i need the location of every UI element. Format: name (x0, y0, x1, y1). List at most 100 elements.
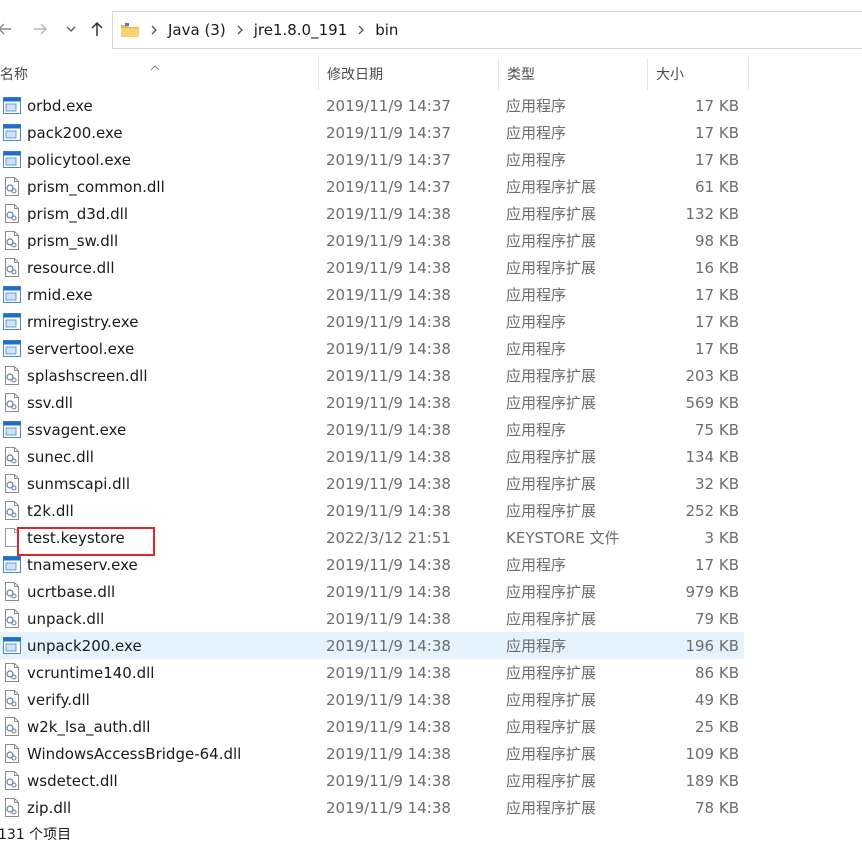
file-row[interactable]: ucrtbase.dll 2019/11/9 14:38 应用程序扩展 979 KB (0, 578, 744, 605)
file-row[interactable]: ssv.dll 2019/11/9 14:38 应用程序扩展 569 KB (0, 389, 744, 416)
file-type: 应用程序扩展 (506, 367, 597, 385)
file-type: 应用程序 (506, 124, 567, 142)
file-date: 2019/11/9 14:37 (326, 123, 451, 142)
breadcrumb-jre[interactable]: jre1.8.0_191 (254, 21, 348, 39)
column-header-date[interactable]: 修改日期 (319, 58, 498, 90)
file-type: 应用程序扩展 (506, 178, 597, 196)
file-name: rmid.exe (27, 285, 93, 304)
file-row[interactable]: wsdetect.dll 2019/11/9 14:38 应用程序扩展 189 KB (0, 767, 744, 794)
dll-icon (3, 231, 21, 250)
file-date: 2019/11/9 14:38 (326, 312, 451, 331)
exe-icon (3, 312, 21, 331)
dll-icon (3, 204, 21, 223)
file-date: 2019/11/9 14:38 (326, 366, 451, 385)
dll-icon (3, 447, 21, 466)
breadcrumb-chevron-icon[interactable] (150, 25, 158, 35)
forward-button[interactable] (27, 16, 53, 42)
file-size: 16 KB (695, 258, 739, 277)
file-date: 2019/11/9 14:38 (326, 663, 451, 682)
dll-icon (3, 771, 21, 790)
dll-icon (3, 717, 21, 736)
file-row[interactable]: orbd.exe 2019/11/9 14:37 应用程序 17 KB (0, 92, 744, 119)
exe-icon (3, 285, 21, 304)
file-date: 2022/3/12 21:51 (326, 528, 451, 547)
file-type: 应用程序扩展 (506, 664, 597, 682)
status-item-count: 131 个项目 (0, 827, 72, 843)
file-row[interactable]: WindowsAccessBridge-64.dll 2019/11/9 14:3… (0, 740, 744, 767)
dll-icon (3, 798, 21, 817)
file-size: 98 KB (695, 231, 739, 250)
file-size: 17 KB (695, 150, 739, 169)
column-header-size[interactable]: 大小 (648, 58, 748, 90)
exe-icon (3, 636, 21, 655)
file-date: 2019/11/9 14:38 (326, 339, 451, 358)
file-size: 86 KB (695, 663, 739, 682)
file-row[interactable]: pack200.exe 2019/11/9 14:37 应用程序 17 KB (0, 119, 744, 146)
file-date: 2019/11/9 14:37 (326, 96, 451, 115)
file-type: 应用程序扩展 (506, 205, 597, 223)
file-type: 应用程序 (506, 340, 567, 358)
column-header-type[interactable]: 类型 (499, 58, 647, 90)
file-type: 应用程序 (506, 313, 567, 331)
file-row[interactable]: sunmscapi.dll 2019/11/9 14:38 应用程序扩展 32 KB (0, 470, 744, 497)
file-name: ssvagent.exe (27, 420, 127, 439)
navigation-bar: Java (3) jre1.8.0_191 bin (0, 0, 862, 60)
file-row[interactable]: prism_d3d.dll 2019/11/9 14:38 应用程序扩展 132 KB (0, 200, 744, 227)
file-row[interactable]: servertool.exe 2019/11/9 14:38 应用程序 17 KB (0, 335, 744, 362)
up-button[interactable] (84, 16, 110, 42)
file-row[interactable]: unpack.dll 2019/11/9 14:38 应用程序扩展 79 KB (0, 605, 744, 632)
file-date: 2019/11/9 14:38 (326, 690, 451, 709)
file-row[interactable]: zip.dll 2019/11/9 14:38 应用程序扩展 78 KB (0, 794, 744, 821)
file-row[interactable]: verify.dll 2019/11/9 14:38 应用程序扩展 49 KB (0, 686, 744, 713)
file-name: pack200.exe (27, 123, 123, 142)
file-name: orbd.exe (27, 96, 93, 115)
file-type: 应用程序扩展 (506, 799, 597, 817)
file-row[interactable]: ssvagent.exe 2019/11/9 14:38 应用程序 75 KB (0, 416, 744, 443)
breadcrumb-chevron-icon[interactable] (236, 25, 244, 35)
file-row[interactable]: vcruntime140.dll 2019/11/9 14:38 应用程序扩展 86 … (0, 659, 744, 686)
file-name: ucrtbase.dll (27, 582, 116, 601)
breadcrumb-java[interactable]: Java (3) (168, 21, 226, 39)
arrow-left-icon (0, 23, 11, 35)
exe-icon (3, 420, 21, 439)
file-row[interactable]: rmid.exe 2019/11/9 14:38 应用程序 17 KB (0, 281, 744, 308)
file-row[interactable]: rmiregistry.exe 2019/11/9 14:38 应用程序 17 KB (0, 308, 744, 335)
file-date: 2019/11/9 14:38 (326, 636, 451, 655)
file-row[interactable]: splashscreen.dll 2019/11/9 14:38 应用程序扩展 203… (0, 362, 744, 389)
back-button[interactable] (0, 16, 18, 42)
breadcrumb-chevron-icon[interactable] (357, 25, 365, 35)
file-row[interactable]: unpack200.exe 2019/11/9 14:38 应用程序 196 KB (0, 632, 744, 659)
file-type: 应用程序扩展 (506, 718, 597, 736)
file-size: 252 KB (685, 501, 739, 520)
file-row[interactable]: w2k_lsa_auth.dll 2019/11/9 14:38 应用程序扩展 25 … (0, 713, 744, 740)
file-row[interactable]: resource.dll 2019/11/9 14:38 应用程序扩展 16 KB (0, 254, 744, 281)
file-size: 17 KB (695, 96, 739, 115)
file-size: 203 KB (685, 366, 739, 385)
file-name: vcruntime140.dll (27, 663, 155, 682)
breadcrumb-bin[interactable]: bin (375, 21, 398, 39)
file-size: 132 KB (685, 204, 739, 223)
file-size: 78 KB (695, 798, 739, 817)
file-date: 2019/11/9 14:37 (326, 177, 451, 196)
file-row[interactable]: t2k.dll 2019/11/9 14:38 应用程序扩展 252 KB (0, 497, 744, 524)
file-row[interactable]: prism_sw.dll 2019/11/9 14:38 应用程序扩展 98 KB (0, 227, 744, 254)
file-date: 2019/11/9 14:38 (326, 447, 451, 466)
column-header-name[interactable]: 名称 (0, 58, 319, 90)
recent-locations-button[interactable] (58, 16, 84, 42)
dll-icon (3, 474, 21, 493)
file-row[interactable]: sunec.dll 2019/11/9 14:38 应用程序扩展 134 KB (0, 443, 744, 470)
file-row[interactable]: prism_common.dll 2019/11/9 14:37 应用程序扩展 61 … (0, 173, 744, 200)
file-type: 应用程序扩展 (506, 610, 597, 628)
file-size: 25 KB (695, 717, 739, 736)
file-date: 2019/11/9 14:38 (326, 393, 451, 412)
chevron-down-icon (66, 26, 76, 32)
file-type: 应用程序 (506, 151, 567, 169)
file-row[interactable]: policytool.exe 2019/11/9 14:37 应用程序 17 KB (0, 146, 744, 173)
file-date: 2019/11/9 14:38 (326, 771, 451, 790)
file-name: prism_sw.dll (27, 231, 119, 250)
file-date: 2019/11/9 14:38 (326, 501, 451, 520)
address-bar[interactable]: Java (3) jre1.8.0_191 bin (112, 11, 862, 49)
file-type: 应用程序 (506, 286, 567, 304)
column-divider[interactable] (748, 58, 749, 90)
exe-icon (3, 150, 21, 169)
